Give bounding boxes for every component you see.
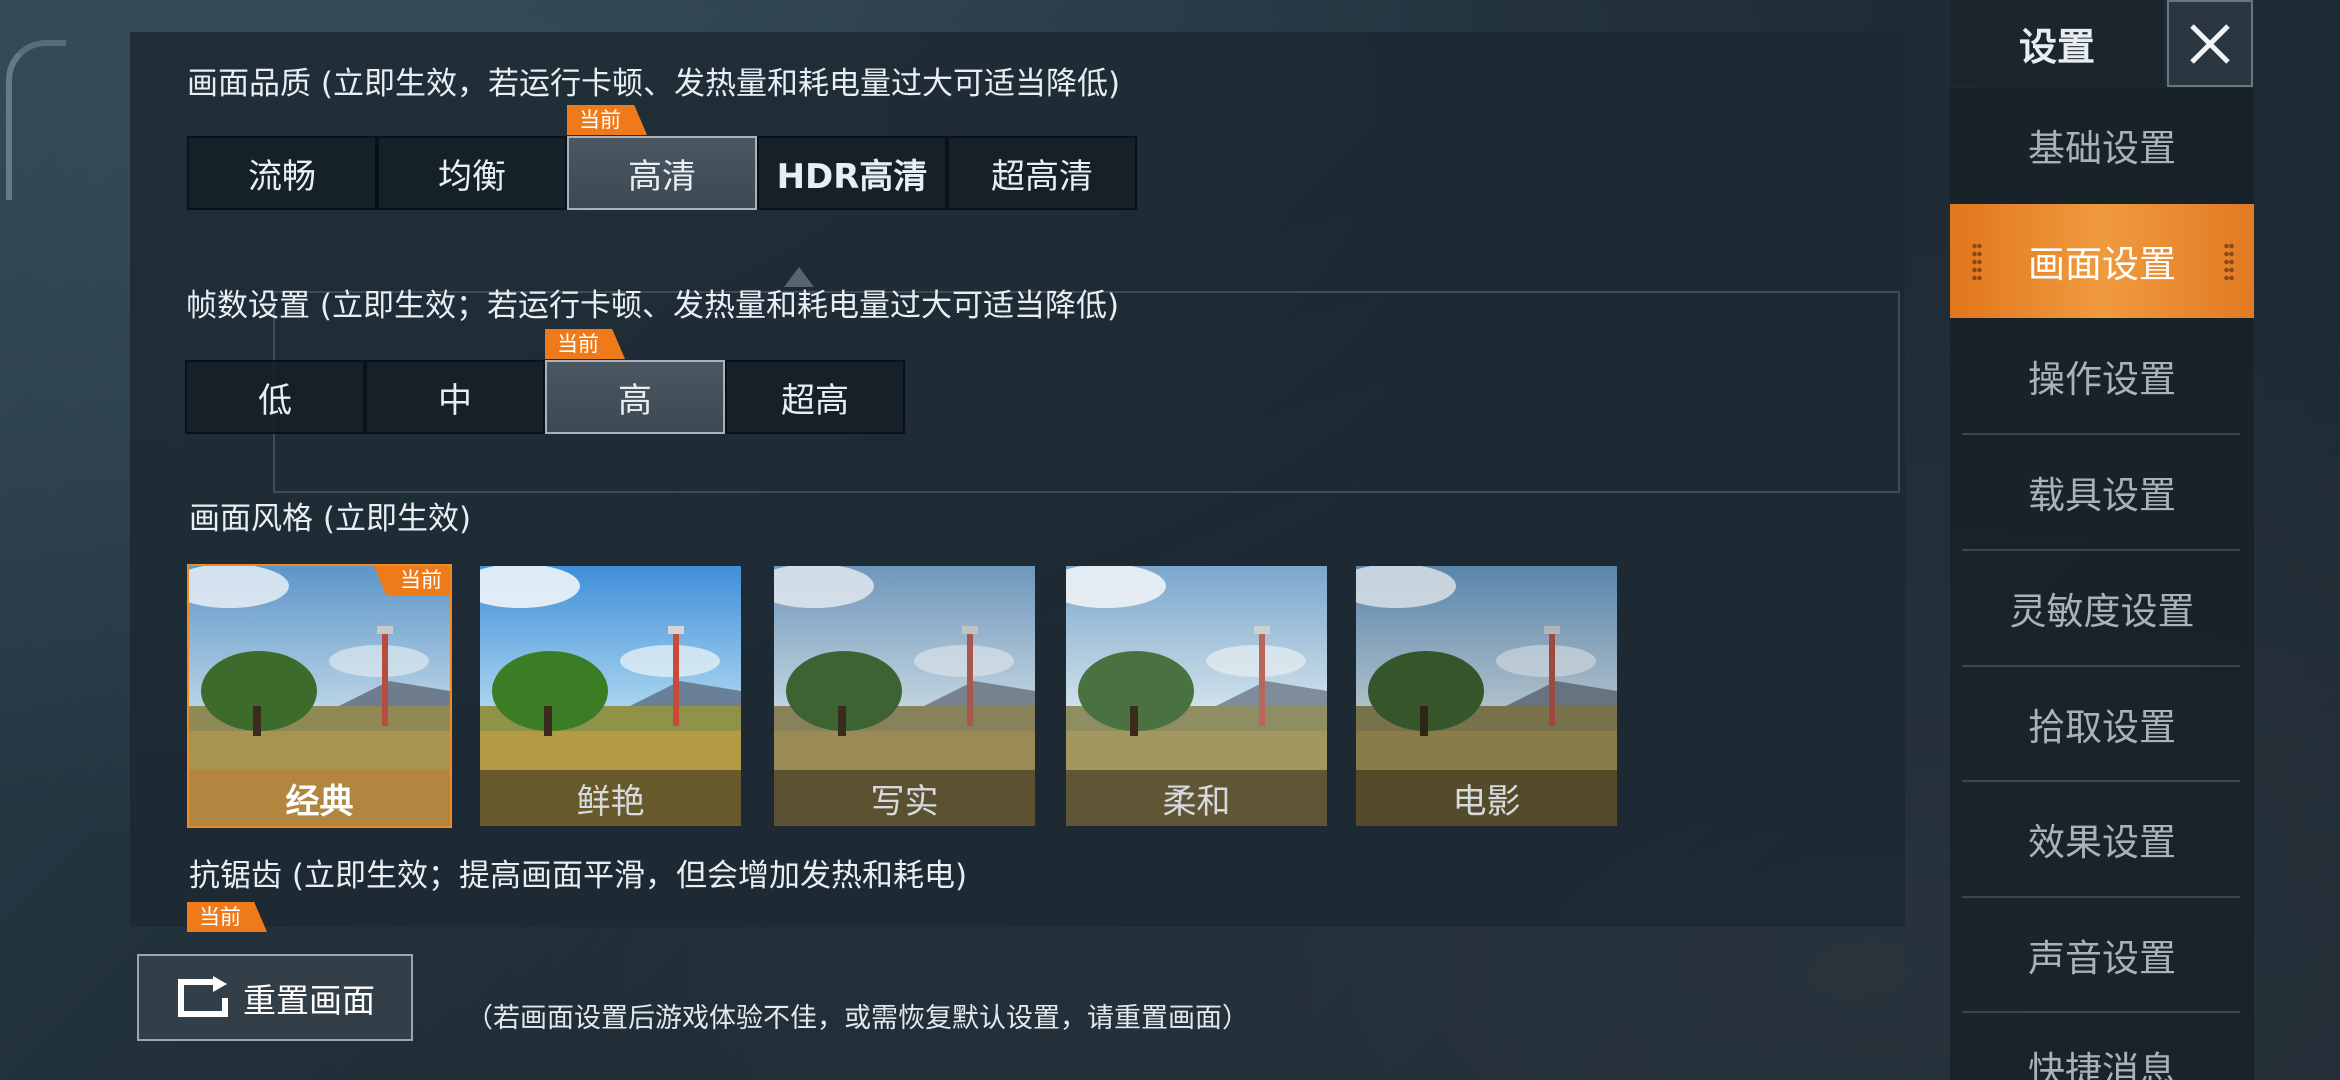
antialias-section-title: 抗锯齿 (立即生效；提高画面平滑，但会增加发热和耗电) <box>189 858 968 894</box>
sidebar-item-label: 灵敏度设置 <box>2009 590 2195 633</box>
sidebar-item-graphics[interactable]: 画面设置 <box>1950 204 2254 318</box>
close-icon <box>2190 23 2230 64</box>
style-section-title: 画面风格 (立即生效) <box>189 501 472 537</box>
style-card-classic[interactable]: 当前 经典 <box>187 564 452 828</box>
fps-option-label: 高 <box>618 380 652 421</box>
quality-option-hd[interactable]: 当前 高清 <box>567 105 757 210</box>
sidebar-item-label: 载具设置 <box>2028 474 2176 517</box>
background-decoration <box>6 40 66 200</box>
sidebar-item-vehicle[interactable]: 载具设置 <box>1950 435 2254 549</box>
sidebar-item-label: 拾取设置 <box>2028 706 2176 749</box>
reset-icon <box>178 975 228 1017</box>
style-card-cinematic[interactable]: 电影 <box>1356 566 1617 826</box>
style-card-realistic[interactable]: 写实 <box>774 566 1035 826</box>
fps-options: 低 中 当前 高 超高 <box>185 329 905 434</box>
fps-option-label: 中 <box>438 380 472 421</box>
sidebar-item-label: 画面设置 <box>2028 243 2176 286</box>
style-card-vivid[interactable]: 鲜艳 <box>480 566 741 826</box>
sidebar-item-label: 快捷消息 <box>2028 1049 2176 1080</box>
style-card-label: 电影 <box>1356 770 1617 826</box>
fps-option-medium[interactable]: 中 <box>365 360 545 434</box>
quality-option-label: 流畅 <box>248 156 316 197</box>
reset-graphics-label: 重置画面 <box>243 980 375 1020</box>
sidebar-item-label: 效果设置 <box>2028 821 2176 864</box>
fps-option-low[interactable]: 低 <box>185 360 365 434</box>
fps-option-ultra[interactable]: 超高 <box>725 360 905 434</box>
sidebar-item-controls[interactable]: 操作设置 <box>1950 319 2254 433</box>
settings-sidebar: 基础设置 画面设置 操作设置 载具设置 灵敏度设置 拾取设置 效果设置 声音设置… <box>1950 88 2254 1080</box>
fps-option-label: 超高 <box>781 380 849 421</box>
sidebar-item-label: 声音设置 <box>2028 937 2176 980</box>
quality-option-balanced[interactable]: 均衡 <box>377 136 567 210</box>
fps-section-title: 帧数设置 (立即生效；若运行卡顿、发热量和耗电量过大可适当降低) <box>186 288 1120 324</box>
sidebar-item-label: 基础设置 <box>2028 127 2176 170</box>
close-button[interactable] <box>2167 0 2253 87</box>
reset-note: （若画面设置后游戏体验不佳，或需恢复默认设置，请重置画面） <box>466 1003 1249 1034</box>
grip-icon <box>1972 242 1982 282</box>
fps-option-label: 低 <box>258 380 292 421</box>
quality-option-label: 均衡 <box>438 156 506 197</box>
quality-option-hdr[interactable]: HDR高清 <box>757 136 947 210</box>
current-badge: 当前 <box>545 329 625 359</box>
quality-option-label: 超高清 <box>991 156 1093 197</box>
style-card-label: 鲜艳 <box>480 770 741 826</box>
current-badge: 当前 <box>187 902 267 932</box>
sidebar-item-pickup[interactable]: 拾取设置 <box>1950 667 2254 781</box>
quality-option-label: HDR高清 <box>776 156 928 197</box>
sidebar-item-basic[interactable]: 基础设置 <box>1950 88 2254 202</box>
style-card-soft[interactable]: 柔和 <box>1066 566 1327 826</box>
grip-icon <box>2224 242 2234 282</box>
reset-graphics-button[interactable]: 重置画面 <box>137 954 413 1041</box>
sidebar-item-label: 操作设置 <box>2028 358 2176 401</box>
graphics-settings-panel: 画面品质 (立即生效，若运行卡顿、发热量和耗电量过大可适当降低) 流畅 均衡 当… <box>130 32 1905 932</box>
quality-option-label: 高清 <box>628 156 696 197</box>
current-badge: 当前 <box>374 566 450 595</box>
settings-title: 设置 <box>1950 0 2164 87</box>
quality-option-ultra-hd[interactable]: 超高清 <box>947 136 1137 210</box>
quality-option-smooth[interactable]: 流畅 <box>187 136 377 210</box>
style-card-label: 柔和 <box>1066 770 1327 826</box>
sidebar-item-effects[interactable]: 效果设置 <box>1950 782 2254 896</box>
style-card-label: 经典 <box>189 770 450 826</box>
sidebar-item-sensitivity[interactable]: 灵敏度设置 <box>1950 551 2254 665</box>
current-badge: 当前 <box>567 105 647 135</box>
sidebar-item-quick-messages[interactable]: 快捷消息 <box>1950 1013 2254 1080</box>
sidebar-item-sound[interactable]: 声音设置 <box>1950 898 2254 1012</box>
quality-section-title: 画面品质 (立即生效，若运行卡顿、发热量和耗电量过大可适当降低) <box>187 66 1121 102</box>
quality-options: 流畅 均衡 当前 高清 HDR高清 超高清 <box>187 105 1137 210</box>
style-card-label: 写实 <box>774 770 1035 826</box>
fps-option-high[interactable]: 当前 高 <box>545 329 725 434</box>
